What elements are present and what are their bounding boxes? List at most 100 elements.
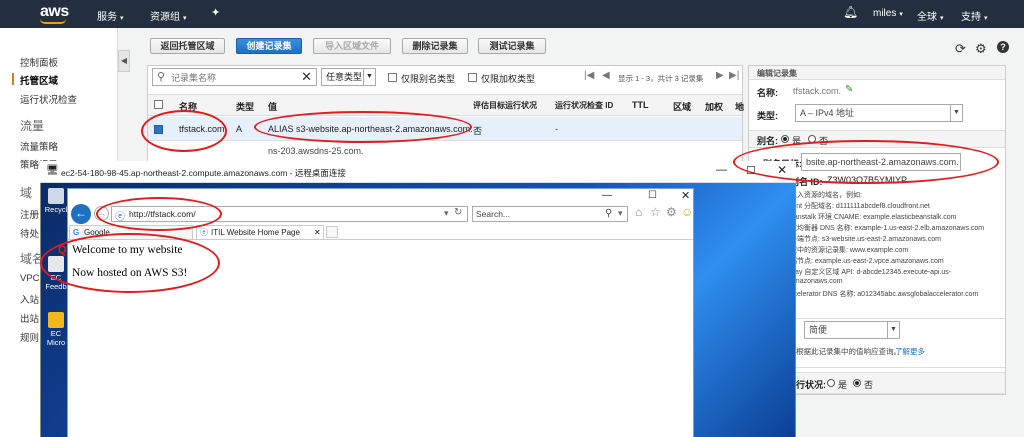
health-no-radio[interactable] [853,379,861,387]
favorites-star-icon[interactable]: ☆ [650,205,661,219]
next-page-icon[interactable]: ▶ [716,70,724,81]
type-filter-select[interactable]: 任意类型 ▼ [321,68,376,86]
help-line: amazonaws.com [790,278,843,285]
region-menu[interactable]: 全球 ▾ [917,8,944,23]
prev-page-icon[interactable]: ◀ [602,70,610,81]
help-line: 入入资源的域名，例如: [790,192,862,199]
column-header-region[interactable]: 区域 [673,100,691,113]
record-health-check-id: - [555,124,558,134]
help-line: eanstalk 环境 CNAME: example.elasticbeanst… [790,214,957,221]
help-icon[interactable]: ? [997,41,1009,53]
sidebar-item-registered-domains[interactable]: 注册 [20,207,39,221]
help-line: 域中的资源记录集: www.example.com [790,247,909,254]
help-line: 载均衡器 DNS 名称: example-1.us-east-2.elb.ama… [790,225,985,232]
health-label: 行状况: [796,380,826,390]
column-header-weight[interactable]: 加权 [705,100,723,113]
alias-only-checkbox[interactable] [388,73,397,82]
bell-icon[interactable]: 🔔︎ [843,5,858,19]
import-zone-file-button[interactable]: 导入区域文件 [313,38,391,54]
health-yes-label: 是 [838,380,848,390]
column-header-evaluate-health[interactable]: 评估目标运行状况 [473,100,537,111]
ec2-microsoft-icon[interactable]: EC Micro [44,312,68,347]
tab-itil-website[interactable]: ⓔ ITIL Website Home Page ✕ [196,225,324,239]
rdp-window-title: ec2-54-180-98-45.ap-northeast-2.compute.… [61,168,346,178]
column-header-geo[interactable]: 地 [735,100,744,113]
clear-search-icon[interactable]: ✕ [301,69,312,85]
back-arrow-icon[interactable]: ← [71,204,91,224]
address-dropdown-icon[interactable]: ▾ [444,208,449,219]
last-page-icon[interactable]: ▶| [729,70,739,81]
health-yes-radio[interactable] [827,379,835,387]
google-icon: G [73,228,80,237]
pin-icon[interactable]: ✦ [211,6,220,19]
record-set-search-input[interactable] [171,71,291,84]
name-value: tfstack.com. [793,86,842,96]
help-line: ccelerator DNS 名称: a012345abc.awsglobala… [790,291,979,298]
recycle-bin-icon[interactable]: Recycl [44,188,68,214]
record-type-select[interactable]: A – IPv4 地址 ▼ [795,104,963,122]
refresh-icon[interactable]: ↻ [454,207,462,218]
tab-close-icon[interactable]: ✕ [314,226,321,239]
sidebar-item-vpcs[interactable]: VPC [20,273,40,284]
alias-yes-radio[interactable] [781,135,789,143]
sidebar-item-rules[interactable]: 规则 [20,330,39,344]
type-filter-value: 任意类型 [326,72,363,82]
routing-policy-value: 简便 [809,325,828,335]
back-to-hosted-zones-button[interactable]: 返回托管区域 [150,38,225,54]
column-header-ttl[interactable]: TTL [632,100,649,110]
sidebar-collapse-chevron-icon[interactable]: ◀ [118,50,130,72]
ie-maximize-icon[interactable]: ☐ [648,190,657,201]
ie-minimize-icon[interactable]: — [602,190,612,201]
aws-logo-smile-icon [40,19,66,24]
sidebar-item-health-checks[interactable]: 运行状况检查 [20,92,77,106]
create-record-set-button[interactable]: 创建记录集 [236,38,302,54]
column-header-type[interactable]: 类型 [236,100,254,113]
test-record-set-button[interactable]: 测试记录集 [478,38,546,54]
rdp-title-bar: 🖥︎ ec2-54-180-98-45.ap-northeast-2.compu… [40,161,796,183]
sidebar-item-traffic-policies[interactable]: 流量策略 [20,139,58,153]
column-header-value[interactable]: 值 [268,100,277,113]
delete-record-set-button[interactable]: 删除记录集 [402,38,468,54]
search-icon[interactable]: ⚲ [605,208,612,219]
ie-close-icon[interactable]: ✕ [681,189,690,202]
sidebar-item-outbound[interactable]: 出站 [20,311,39,325]
record-value: ns-203.awsdns-25.com. [268,146,364,156]
services-menu[interactable]: 服务 ▾ [97,8,124,23]
desktop-icon-label: EC [50,329,62,338]
annotation-circle-alias-target [733,140,999,184]
new-tab-icon[interactable] [326,226,338,238]
weighted-only-checkbox[interactable] [468,73,477,82]
record-type-value: A – IPv4 地址 [800,108,855,118]
resource-groups-menu[interactable]: 资源组 ▾ [150,8,187,23]
annotation-circle-page-content [40,233,220,293]
aws-top-nav: aws 服务 ▾ 资源组 ▾ ✦ 🔔︎ miles ▾ 全球 ▾ 支持 ▾ [0,0,1024,28]
column-header-health-check-id[interactable]: 运行状况检查 ID [555,100,613,111]
sidebar-item-inbound[interactable]: 入站 [20,292,39,306]
home-icon[interactable]: ⌂ [635,205,642,219]
annotation-circle-alias-value [254,111,472,143]
smiley-feedback-icon[interactable]: ☺ [681,205,693,219]
chevron-down-icon[interactable]: ▾ [618,208,623,219]
routing-policy-select[interactable]: 简便 ▼ [804,321,900,339]
sidebar-item-dashboard[interactable]: 控制面板 [20,55,58,69]
record-set-search: ⚲ ✕ [152,68,317,86]
user-menu[interactable]: miles ▾ [873,8,903,19]
learn-more-link[interactable]: 了解更多 [895,346,925,357]
minimize-icon[interactable]: — [716,164,727,176]
gear-icon[interactable]: ⚙ [975,41,987,57]
pencil-icon[interactable]: ✎ [845,84,853,95]
chevron-down-icon: ▼ [363,69,375,85]
annotation-circle-record-name [141,110,227,152]
sidebar-item-pending-requests[interactable]: 待处 [20,226,39,240]
sidebar-item-hosted-zones[interactable]: 托管区域 [11,73,58,87]
select-all-checkbox[interactable] [154,100,163,109]
desktop-icon-label: Recycl [44,205,68,214]
ie-search-placeholder: Search... [476,209,511,219]
tools-gear-icon[interactable]: ⚙ [666,205,677,219]
help-line: 端节点: example.us-east-2.vpce.amazonaws.co… [790,258,944,265]
first-page-icon[interactable]: |◀ [584,70,594,81]
ie-search-box[interactable]: Search... ⚲ ▾ [472,206,628,222]
alias-only-label: 仅限别名类型 [401,74,456,84]
refresh-icon[interactable]: ⟳ [955,41,966,57]
support-menu[interactable]: 支持 ▾ [961,8,988,23]
